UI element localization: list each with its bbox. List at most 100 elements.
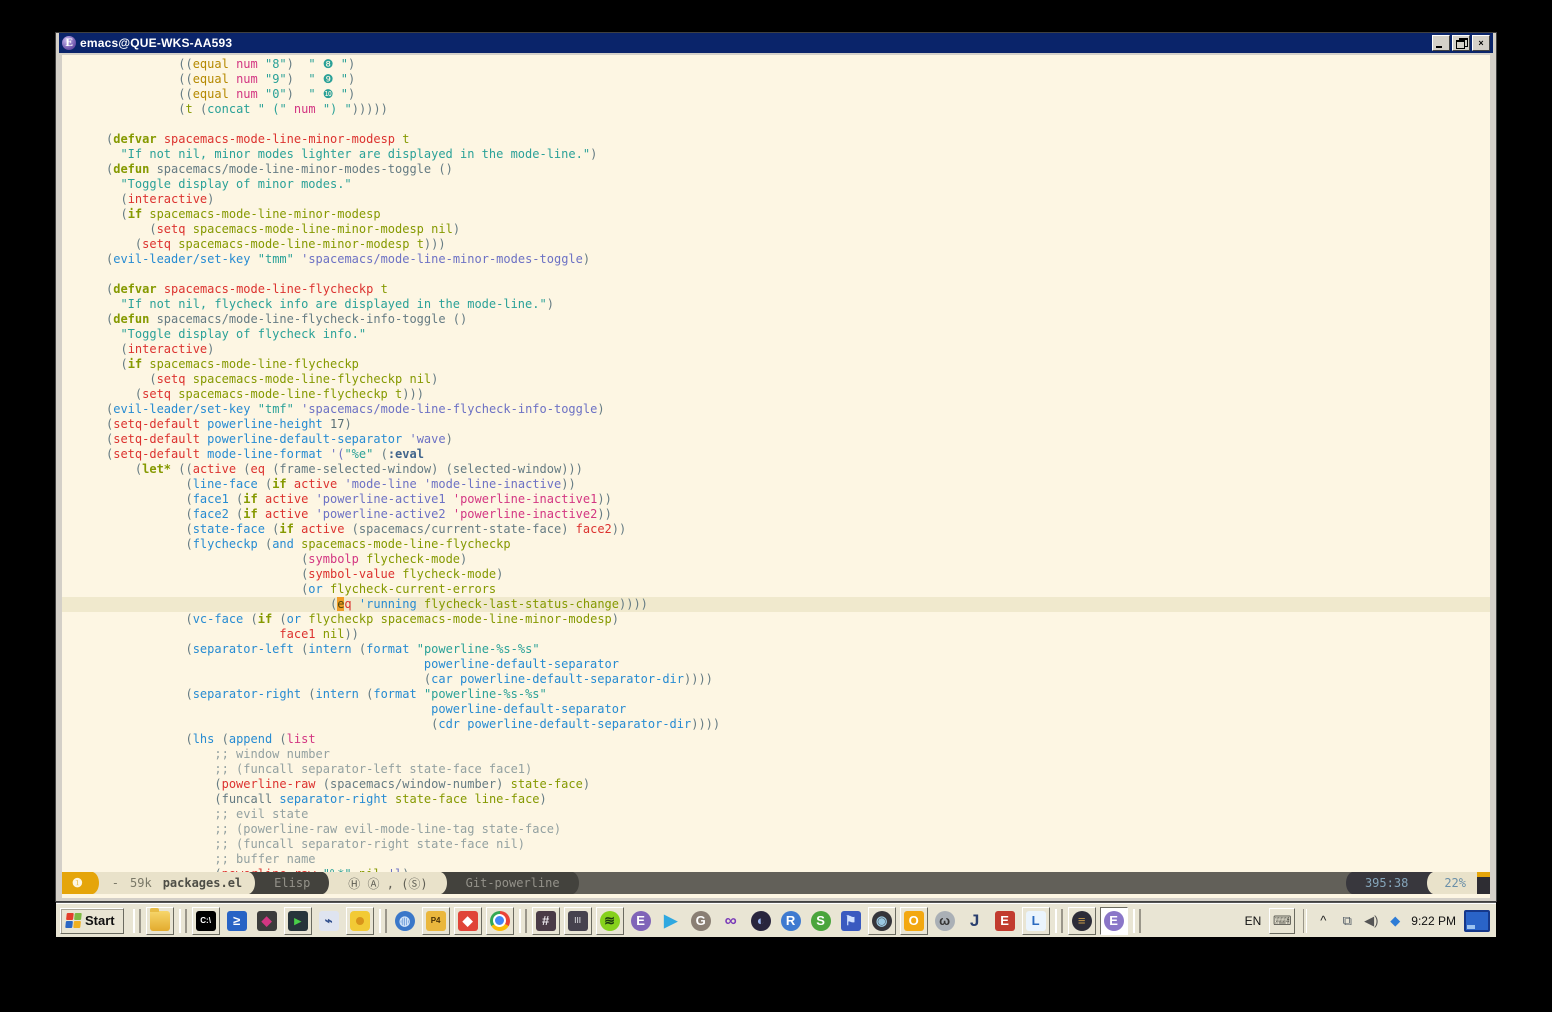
cyberduck-icon[interactable] — [346, 907, 374, 935]
code-line[interactable]: ;; (funcall separator-right state-face n… — [62, 837, 1490, 852]
code-line[interactable]: (defun spacemacs/mode-line-flycheck-info… — [62, 312, 1490, 327]
buffer-position[interactable]: 22% — [1433, 872, 1477, 894]
code-line[interactable]: (flycheckp (and spacemacs-mode-line-flyc… — [62, 537, 1490, 552]
infinity-icon[interactable]: ∞ — [718, 908, 744, 934]
editor-buffer[interactable]: ((equal num "8") " ❽ ") ((equal num "9")… — [62, 55, 1490, 872]
code-line[interactable]: ;; (powerline-raw evil-mode-line-tag sta… — [62, 822, 1490, 837]
remote-tool-icon[interactable]: ⌁ — [316, 908, 342, 934]
gimp-icon[interactable]: G — [688, 908, 714, 934]
code-line[interactable]: (setq spacemacs-mode-line-flycheckp nil) — [62, 372, 1490, 387]
code-line[interactable]: powerline-default-separator — [62, 657, 1490, 672]
code-line[interactable]: ((equal num "9") " ❾ ") — [62, 72, 1490, 87]
code-line[interactable]: (funcall separator-right state-face line… — [62, 792, 1490, 807]
slack-icon[interactable]: # — [532, 907, 560, 935]
code-line[interactable]: (defvar spacemacs-mode-line-flycheckp t — [62, 282, 1490, 297]
restore-button[interactable] — [1452, 35, 1470, 51]
media-player-icon[interactable]: ◆ — [254, 908, 280, 934]
vnc-icon[interactable]: ⚑ — [838, 908, 864, 934]
code-line[interactable]: ;; buffer name — [62, 852, 1490, 867]
l-app-icon[interactable]: L — [1022, 907, 1050, 935]
code-line[interactable]: (cdr powerline-default-separator-dir)))) — [62, 717, 1490, 732]
taskbar-handle[interactable] — [1133, 909, 1141, 933]
code-line[interactable]: (if spacemacs-mode-line-minor-modesp — [62, 207, 1490, 222]
code-line[interactable]: ((equal num "0") " ❿ ") — [62, 87, 1490, 102]
code-line[interactable]: (evil-leader/set-key "tmf" 'spacemacs/mo… — [62, 402, 1490, 417]
language-indicator[interactable]: EN — [1245, 914, 1262, 928]
code-line[interactable] — [62, 117, 1490, 132]
code-line[interactable]: ;; window number — [62, 747, 1490, 762]
perforce-icon[interactable]: P4 — [422, 907, 450, 935]
dropbox-icon[interactable]: ◆ — [1387, 914, 1403, 927]
major-mode[interactable]: Elisp — [261, 872, 323, 894]
taskbar-handle[interactable] — [519, 909, 527, 933]
google-play-icon[interactable]: ▶ — [658, 908, 684, 934]
show-desktop-icon[interactable] — [1464, 910, 1490, 932]
code-line[interactable]: (let* ((active (eq (frame-selected-windo… — [62, 462, 1490, 477]
powershell-icon[interactable]: ≥ — [224, 908, 250, 934]
code-line[interactable]: (setq-default powerline-height 17) — [62, 417, 1490, 432]
code-line[interactable]: (evil-leader/set-key "tmm" 'spacemacs/mo… — [62, 252, 1490, 267]
code-line[interactable]: (interactive) — [62, 342, 1490, 357]
code-line[interactable] — [62, 267, 1490, 282]
code-line[interactable]: (face1 (if active 'powerline-active1 'po… — [62, 492, 1490, 507]
code-line[interactable]: (or flycheck-current-errors — [62, 582, 1490, 597]
code-line[interactable]: (symbolp flycheck-mode) — [62, 552, 1490, 567]
code-line[interactable]: (if spacemacs-mode-line-flycheckp — [62, 357, 1490, 372]
taskbar-handle[interactable] — [133, 909, 141, 933]
striped-sphere-icon[interactable]: ≡ — [1068, 907, 1096, 935]
code-line[interactable]: (interactive) — [62, 192, 1490, 207]
code-line[interactable]: "If not nil, flycheck info are displayed… — [62, 297, 1490, 312]
code-line[interactable]: powerline-default-separator — [62, 702, 1490, 717]
code-line[interactable]: (defvar spacemacs-mode-line-minor-modesp… — [62, 132, 1490, 147]
code-line[interactable]: "If not nil, minor modes lighter are dis… — [62, 147, 1490, 162]
code-line[interactable]: (powerline-raw (spacemacs/window-number)… — [62, 777, 1490, 792]
snake-icon[interactable]: S — [808, 908, 834, 934]
code-line[interactable]: (lhs (append (list — [62, 732, 1490, 747]
chevron-up-icon[interactable]: ^ — [1315, 914, 1331, 927]
audio-bars-icon[interactable]: ǀǀǀ — [564, 907, 592, 935]
console-icon[interactable]: ▸ — [284, 907, 312, 935]
window-number[interactable]: ❶ — [62, 872, 93, 894]
eclipse-icon[interactable]: ◐ — [748, 908, 774, 934]
taskbar-handle[interactable] — [179, 909, 187, 933]
taskbar-handle[interactable] — [379, 909, 387, 933]
outlook-icon[interactable]: O — [900, 907, 928, 935]
keyboard-icon[interactable]: ⌨ — [1269, 908, 1295, 934]
echo-area[interactable] — [62, 894, 1490, 898]
emacs-sphere-icon[interactable]: E — [628, 908, 654, 934]
minimize-button[interactable] — [1432, 35, 1450, 51]
code-area[interactable]: ((equal num "8") " ❽ ") ((equal num "9")… — [62, 55, 1490, 872]
ink-swoosh-icon[interactable]: J — [962, 908, 988, 934]
buffer-state[interactable]: - — [105, 872, 126, 894]
code-line[interactable]: (setq-default mode-line-format '("%e" (:… — [62, 447, 1490, 462]
code-line[interactable]: (defun spacemacs/mode-line-minor-modes-t… — [62, 162, 1490, 177]
cmd-icon[interactable]: C:\ — [192, 907, 220, 935]
code-line[interactable]: (symbol-value flycheck-mode) — [62, 567, 1490, 582]
code-line[interactable]: "Toggle display of minor modes." — [62, 177, 1490, 192]
tray-clock[interactable]: 9:22 PM — [1411, 914, 1456, 928]
chrome-icon[interactable] — [486, 907, 514, 935]
code-line[interactable]: (t (concat " (" num ") "))))) — [62, 102, 1490, 117]
code-line[interactable]: (setq-default powerline-default-separato… — [62, 432, 1490, 447]
code-line[interactable]: (setq spacemacs-mode-line-minor-modesp t… — [62, 237, 1490, 252]
code-line[interactable]: (state-face (if active (spacemacs/curren… — [62, 522, 1490, 537]
buffer-size[interactable]: 59k — [126, 872, 156, 894]
minor-modes[interactable]: Ⓗ Ⓐ , (Ⓢ) — [335, 872, 440, 894]
code-line[interactable]: (car powerline-default-separator-dir)))) — [62, 672, 1490, 687]
code-line[interactable]: (vc-face (if (or flycheckp spacemacs-mod… — [62, 612, 1490, 627]
code-line[interactable]: (setq spacemacs-mode-line-flycheckp t))) — [62, 387, 1490, 402]
close-button[interactable]: × — [1472, 35, 1490, 51]
code-line[interactable]: ;; (funcall separator-left state-face fa… — [62, 762, 1490, 777]
code-line[interactable]: (setq spacemacs-mode-line-minor-modesp n… — [62, 222, 1490, 237]
network-icon[interactable]: ⧉ — [1339, 914, 1355, 927]
code-line[interactable]: "Toggle display of flycheck info." — [62, 327, 1490, 342]
buffer-name[interactable]: packages.el — [156, 872, 249, 894]
retro-e-icon[interactable]: E — [992, 908, 1018, 934]
code-line[interactable]: face1 nil)) — [62, 627, 1490, 642]
code-line[interactable]: ((equal num "8") " ❽ ") — [62, 57, 1490, 72]
eye-icon[interactable]: ◉ — [868, 907, 896, 935]
line-column[interactable]: 395:38 — [1352, 872, 1421, 894]
red-diamond-icon[interactable]: ◆ — [454, 907, 482, 935]
titlebar[interactable]: E emacs@QUE-WKS-AA593 × — [59, 33, 1493, 53]
scroll-hud[interactable] — [1477, 872, 1490, 894]
